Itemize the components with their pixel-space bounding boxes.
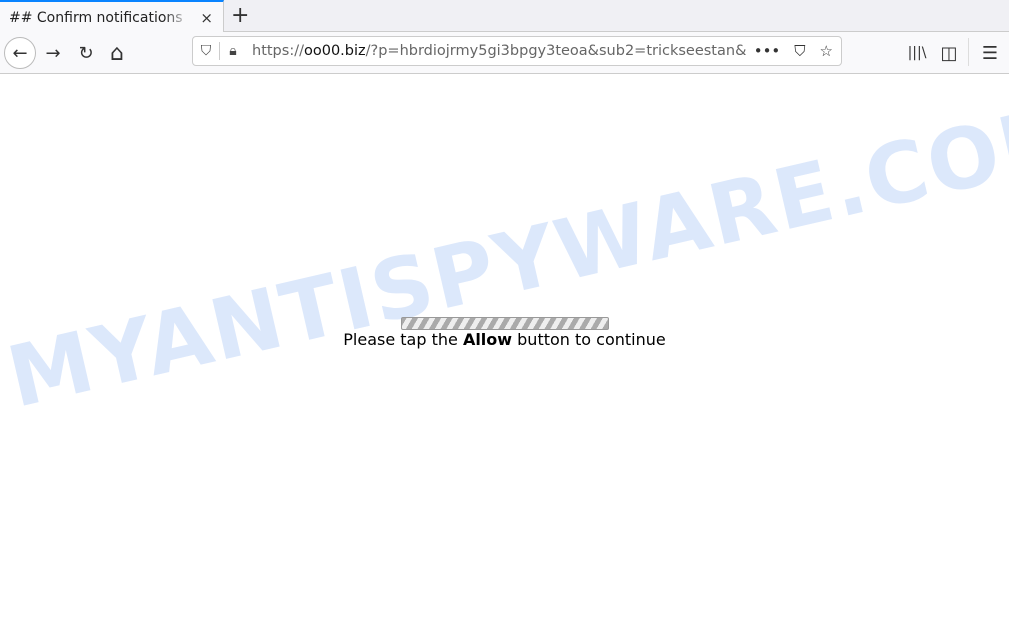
lock-icon[interactable]: 🔒︎ [220, 43, 246, 59]
reload-button[interactable]: ↻ [70, 37, 102, 69]
url-bar[interactable]: ⛉ 🔒︎ https://oo00.biz/?p=hbrdiojrmy5gi3b… [192, 36, 842, 66]
sidebar-icon[interactable]: ◫ [933, 37, 965, 69]
shield-icon[interactable]: ⛉ [193, 43, 219, 59]
message-text: Please tap the [343, 330, 463, 349]
new-tab-button[interactable]: + [231, 3, 249, 28]
more-actions-icon[interactable]: ••• [754, 42, 781, 60]
bookmark-star-icon[interactable]: ☆ [820, 42, 833, 60]
progress-bar [401, 317, 609, 330]
url-path: /?p=hbrdiojrmy5gi3bpgy3teoa&sub2=trickse… [365, 43, 747, 59]
library-icon[interactable]: |||\ [901, 37, 933, 69]
watermark: MYANTISPYWARE.COM [0, 83, 1009, 427]
message-bold: Allow [462, 330, 513, 349]
tab-confirm-notifications[interactable]: ## Confirm notifications × [0, 0, 224, 33]
navigation-toolbar: ← → ↻ ⌂ ⛉ 🔒︎ https://oo00.biz/?p=hbrdioj… [0, 32, 1009, 74]
tab-bar: ## Confirm notifications × + [0, 0, 1009, 33]
divider [968, 38, 969, 66]
tab-title: ## Confirm notifications [9, 9, 183, 26]
url-domain: oo00.biz [303, 43, 366, 59]
url-text[interactable]: https://oo00.biz/?p=hbrdiojrmy5gi3bpgy3t… [252, 43, 752, 59]
back-button[interactable]: ← [4, 37, 36, 69]
pocket-icon[interactable]: ⛉ [794, 42, 805, 60]
allow-instruction: Please tap the Allow button to continue [0, 330, 1009, 349]
home-button[interactable]: ⌂ [101, 37, 133, 69]
close-tab-icon[interactable]: × [200, 9, 213, 27]
url-scheme: https:// [252, 43, 304, 59]
forward-button[interactable]: → [37, 37, 69, 69]
message-text: button to continue [512, 330, 666, 349]
menu-icon[interactable]: ☰ [974, 37, 1006, 69]
